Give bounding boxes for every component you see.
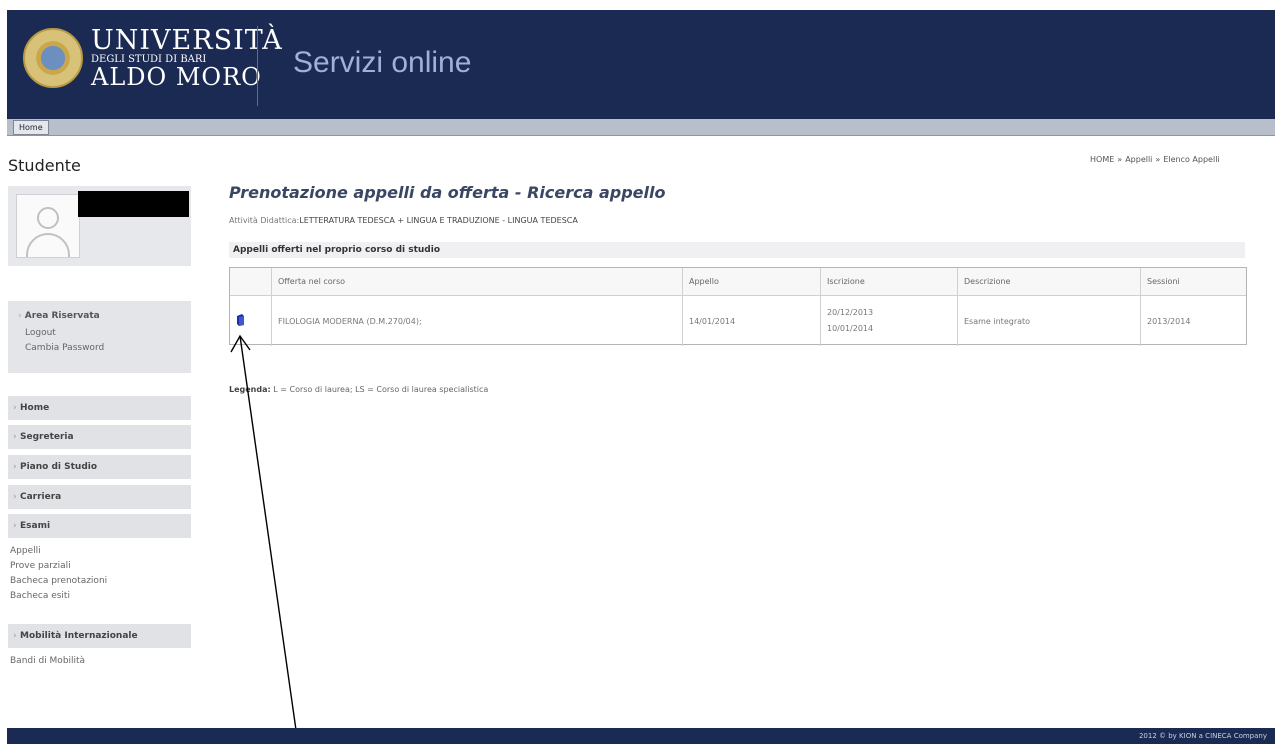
activity-value: LETTERATURA TEDESCA + LINGUA E TRADUZION… (299, 216, 578, 225)
header-title: Servizi online (293, 46, 472, 79)
table-cell-sessioni: 2013/2014 (1147, 316, 1191, 326)
table-cell-iscrizione: 20/12/2013 10/01/2014 (820, 295, 958, 346)
sidebar-item-label: Home (20, 403, 50, 413)
bullet-icon: › (13, 462, 17, 472)
table-header-row: Offerta nel corso Appello Iscrizione Des… (230, 268, 1246, 296)
breadcrumb-home[interactable]: HOME (1090, 155, 1114, 164)
sidebar-title: Studente (8, 156, 81, 175)
sidebar-subitem-appelli[interactable]: Appelli (10, 546, 41, 556)
sidebar-item-segreteria[interactable]: › Segreteria (8, 425, 191, 449)
avatar (16, 194, 80, 258)
sidebar-subitem-bacheca-esiti[interactable]: Bacheca esiti (10, 591, 70, 601)
table-header-offerta: Offerta nel corso (271, 268, 683, 296)
book-icon-svg (237, 314, 244, 326)
reserved-area-title: › Area Riservata (18, 311, 100, 321)
logo-line1: UNIVERSITÀ (91, 25, 283, 56)
change-password-link[interactable]: Cambia Password (25, 343, 104, 353)
table-header-descrizione: Descrizione (957, 268, 1141, 296)
table-header-action (230, 268, 272, 296)
table-cell-appello: 14/01/2014 (682, 295, 821, 346)
top-strip (0, 0, 1278, 10)
book-icon[interactable] (236, 314, 245, 326)
navbar: Home (7, 119, 1275, 136)
logout-link[interactable]: Logout (25, 328, 56, 338)
legend-text: L = Corso di laurea; LS = Corso di laure… (273, 385, 489, 394)
sidebar-item-mobilita[interactable]: › Mobilità Internazionale (8, 624, 191, 648)
site-footer: 2012 © by KION a CINECA Company (7, 728, 1275, 744)
sidebar-item-label: Mobilità Internazionale (20, 631, 138, 641)
breadcrumb-appelli[interactable]: Appelli (1125, 155, 1152, 164)
activity-line: Attività Didattica:LETTERATURA TEDESCA +… (229, 216, 578, 225)
reserved-area-title-label: Area Riservata (24, 311, 100, 321)
appelli-table: Offerta nel corso Appello Iscrizione Des… (230, 268, 1246, 346)
table-header-sessioni: Sessioni (1140, 268, 1246, 296)
university-logo-text: UNIVERSITÀ DEGLI STUDI DI BARI ALDO MORO (91, 27, 283, 89)
bullet-icon: › (13, 521, 17, 531)
sidebar-item-label: Piano di Studio (20, 462, 98, 472)
table-header-iscrizione: Iscrizione (820, 268, 958, 296)
redacted-name (78, 191, 189, 217)
logo-line3: ALDO MORO (91, 63, 262, 91)
avatar-body (26, 233, 70, 257)
sidebar-item-label: Carriera (20, 492, 62, 502)
bullet-icon: › (13, 631, 17, 641)
breadcrumb-current: Elenco Appelli (1163, 155, 1220, 164)
sidebar-item-carriera[interactable]: › Carriera (8, 485, 191, 509)
breadcrumb: HOME» Appelli» Elenco Appelli (1090, 155, 1220, 164)
university-seal-logo (23, 28, 83, 88)
iscrizione-to: 10/01/2014 (827, 324, 874, 333)
sidebar-item-esami[interactable]: › Esami (8, 514, 191, 538)
iscrizione-from: 20/12/2013 (827, 308, 874, 317)
sidebar-item-label: Esami (20, 521, 51, 531)
breadcrumb-separator: » (1117, 155, 1123, 164)
section-heading: Appelli offerti nel proprio corso di stu… (229, 242, 1245, 258)
sidebar-item-home[interactable]: › Home (8, 396, 191, 420)
appelli-table-container: Offerta nel corso Appello Iscrizione Des… (229, 267, 1247, 346)
table-header-appello: Appello (682, 268, 821, 296)
bullet-icon: › (13, 492, 17, 502)
profile-box (8, 186, 191, 266)
bullet-icon: › (13, 403, 17, 413)
bullet-icon: › (18, 311, 22, 321)
annotation-arrow-line (239, 335, 299, 744)
table-row: FILOLOGIA MODERNA (D.M.270/04); 14/01/20… (230, 295, 1246, 346)
sidebar-subitem-bacheca-prenotazioni[interactable]: Bacheca prenotazioni (10, 576, 107, 586)
header-divider (257, 26, 258, 106)
table-cell-offerta: FILOLOGIA MODERNA (D.M.270/04); (271, 295, 683, 346)
page-title: Prenotazione appelli da offerta - Ricerc… (229, 183, 666, 202)
breadcrumb-separator: » (1155, 155, 1161, 164)
sidebar-subitem-bandi-mobilita[interactable]: Bandi di Mobilità (10, 656, 85, 666)
reserved-area: › Area Riservata Logout Cambia Password (8, 301, 191, 373)
footer-text: 2012 © by KION a CINECA Company (1138, 732, 1267, 740)
sidebar-subitem-prove-parziali[interactable]: Prove parziali (10, 561, 71, 571)
activity-label: Attività Didattica: (229, 216, 300, 225)
legend-label: Legenda: (229, 385, 271, 394)
nav-home-tab[interactable]: Home (13, 120, 49, 135)
table-cell-action (230, 295, 272, 346)
sidebar-item-piano-di-studio[interactable]: › Piano di Studio (8, 455, 191, 479)
avatar-head (37, 207, 59, 229)
site-header: UNIVERSITÀ DEGLI STUDI DI BARI ALDO MORO… (7, 10, 1275, 119)
bullet-icon: › (13, 432, 17, 442)
legend-line: Legenda: L = Corso di laurea; LS = Corso… (229, 385, 488, 394)
sidebar-item-label: Segreteria (20, 432, 74, 442)
table-cell-descrizione: Esame integrato (957, 295, 1141, 346)
